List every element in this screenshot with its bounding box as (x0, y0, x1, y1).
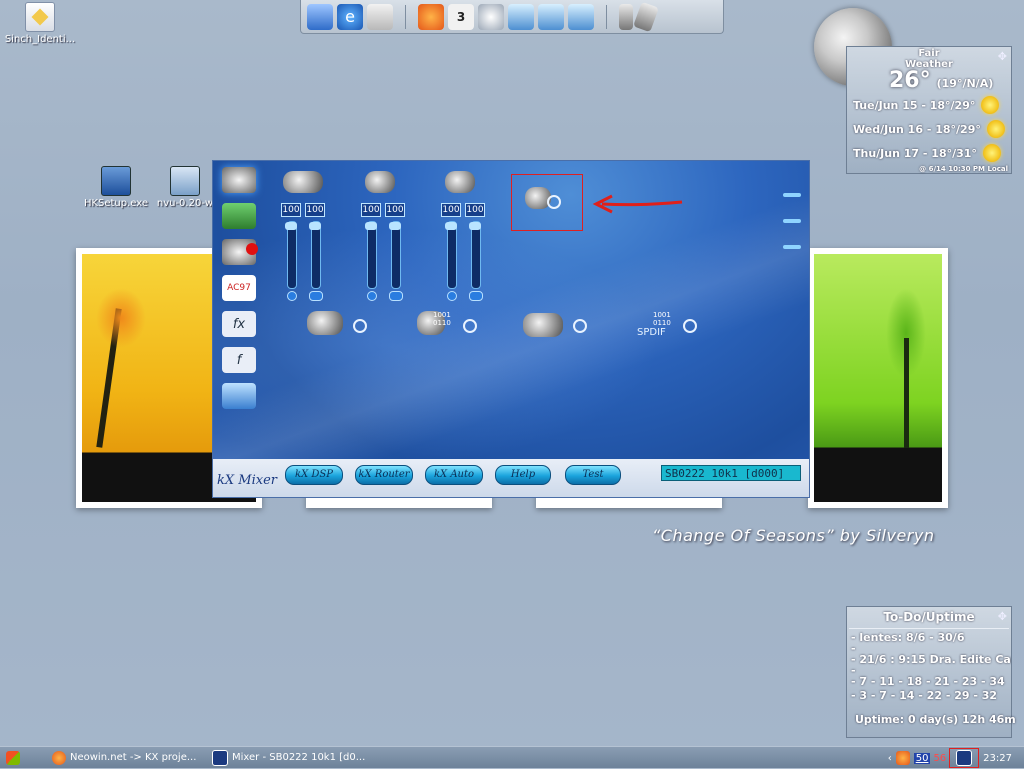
todo-gadget: ✥ To-Do/Uptime - lentes: 8/6 - 30/6 - - … (846, 606, 1016, 738)
todo-item: - 7 - 11 - 18 - 21 - 23 - 34 (851, 675, 1005, 688)
todo-item: - lentes: 8/6 - 30/6 (851, 631, 965, 644)
annotation-arrow (601, 200, 683, 207)
uptime-text: Uptime: 0 day(s) 12h 46m (855, 713, 1016, 726)
tray-expand-icon[interactable]: ‹ (888, 753, 892, 764)
todo-item: - (851, 664, 856, 677)
tray-counter[interactable]: 50 (913, 752, 931, 764)
start-icon (6, 751, 20, 765)
gadget-settings-icon[interactable]: ✥ (998, 610, 1007, 623)
taskbar: Neowin.net -> KX proje... Mixer - SB0222… (0, 746, 1024, 768)
task-label: Mixer - SB0222 10k1 [d0... (232, 752, 366, 763)
todo-title: To-Do/Uptime (883, 610, 975, 624)
clock[interactable]: 23:27 (983, 753, 1012, 764)
tray-app-icon[interactable] (895, 751, 910, 765)
task-neowin[interactable]: Neowin.net -> KX proje... (52, 749, 196, 767)
kx-tray-icon[interactable] (956, 750, 973, 766)
tray-counter[interactable]: 56 (930, 753, 949, 764)
kx-icon (212, 750, 228, 766)
system-tray: ‹ 50 56 23:27 (888, 747, 1024, 769)
firefox-icon (52, 751, 66, 765)
todo-item: - 3 - 7 - 14 - 22 - 29 - 32 (851, 689, 998, 702)
task-label: Neowin.net -> KX proje... (70, 752, 197, 763)
start-button[interactable] (6, 749, 24, 767)
todo-item: - 21/6 : 9:15 Dra. Edite Carva (851, 653, 1011, 666)
kx-tray-highlight (949, 748, 980, 768)
todo-item: - (851, 642, 856, 655)
task-mixer[interactable]: Mixer - SB0222 10k1 [d0... (212, 749, 365, 767)
